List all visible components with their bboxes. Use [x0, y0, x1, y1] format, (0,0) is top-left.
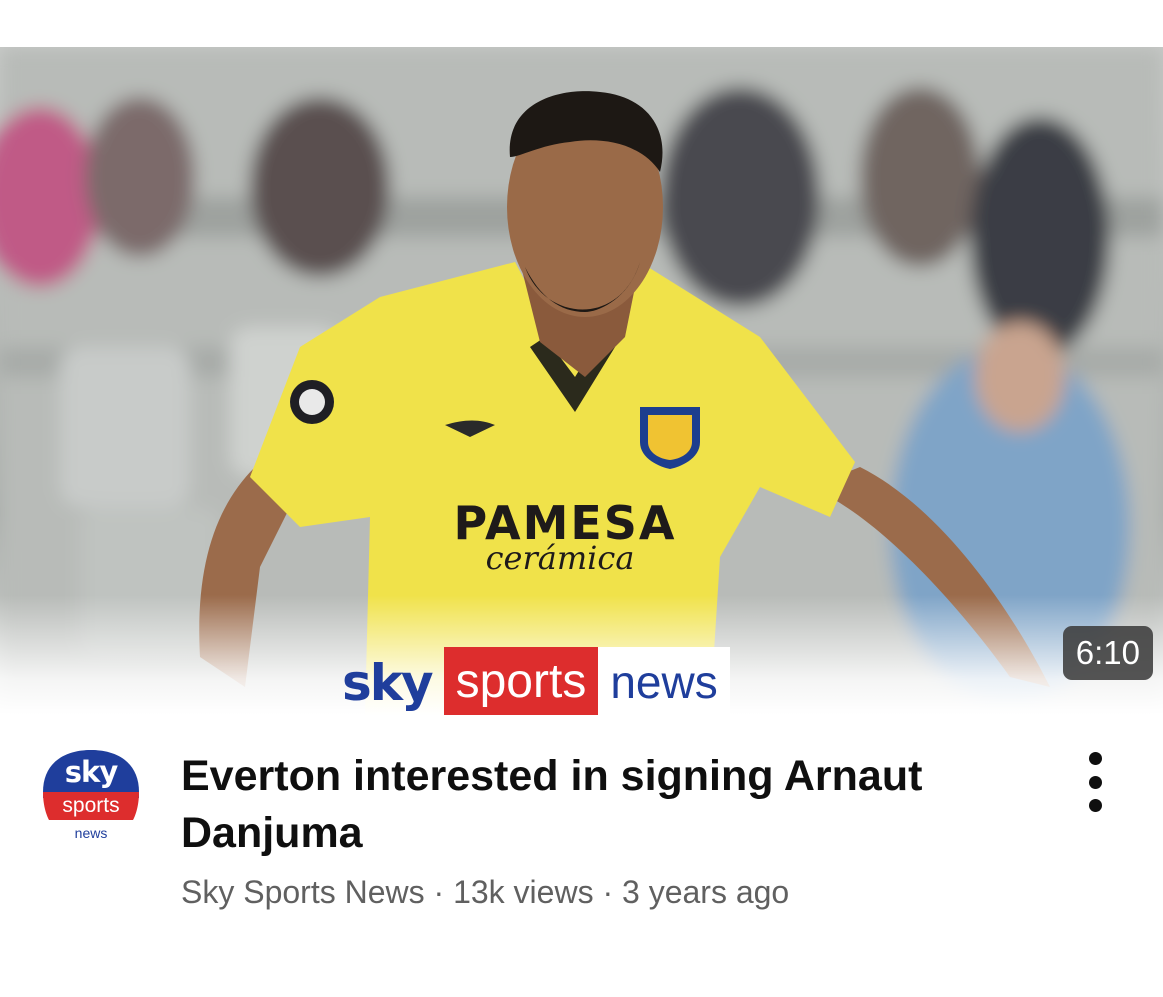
duration-badge: 6:10: [1062, 626, 1153, 680]
video-title[interactable]: Everton interested in signing Arnaut Dan…: [181, 748, 1021, 862]
channel-brand-overlay: sky sports news: [342, 647, 730, 715]
more-vertical-icon-dot: [1088, 775, 1102, 789]
more-options-button[interactable]: [1077, 752, 1113, 812]
upload-age: 3 years ago: [622, 874, 790, 910]
brand-sky: sky: [342, 654, 434, 712]
kit-sponsor-sub: cerámica: [486, 539, 635, 577]
sky-sports-news-logo: sky sports news: [37, 744, 145, 841]
svg-text:sky: sky: [65, 755, 119, 789]
meta-separator: ·: [602, 874, 614, 910]
more-vertical-icon: [1088, 752, 1102, 765]
svg-text:news: news: [75, 825, 108, 841]
video-thumbnail[interactable]: PAMESA cerámica sky sports news: [0, 47, 1163, 715]
view-count: 13k views: [453, 874, 594, 910]
video-meta: Sky Sports News · 13k views · 3 years ag…: [181, 874, 789, 911]
channel-name[interactable]: Sky Sports News: [181, 874, 425, 910]
brand-sports: sports: [443, 647, 599, 715]
channel-avatar[interactable]: sky sports news: [37, 744, 145, 852]
meta-separator: ·: [433, 874, 445, 910]
more-vertical-icon-dot: [1088, 799, 1102, 812]
brand-news: news: [598, 647, 730, 715]
svg-text:sports: sports: [62, 794, 119, 817]
